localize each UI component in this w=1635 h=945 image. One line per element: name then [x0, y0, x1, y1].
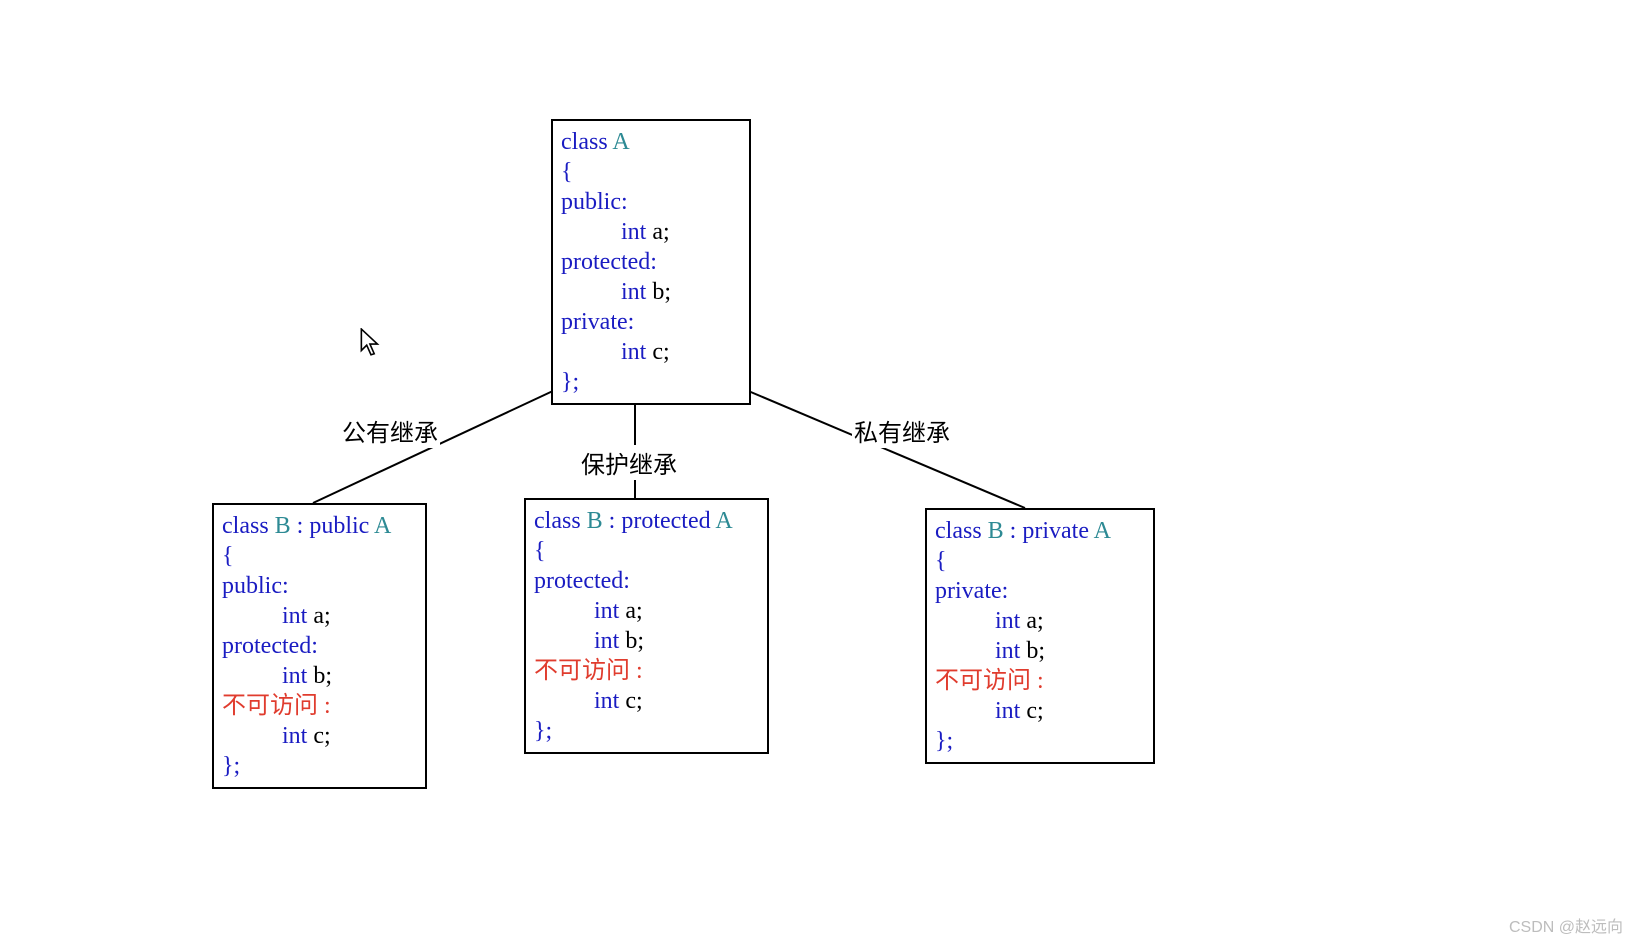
watermark: CSDN @赵远向: [1509, 913, 1623, 937]
class-b-private-box: class B : private A { private: int a; in…: [925, 508, 1155, 764]
class-a-public: public: int a;: [561, 187, 741, 247]
class-b-protected-box: class B : protected A { protected: int a…: [524, 498, 769, 754]
no-access-label: 不可访问 :: [534, 658, 643, 684]
class-a-protected: protected: int b;: [561, 247, 741, 307]
class-b-public-box: class B : public A { public: int a; prot…: [212, 503, 427, 789]
close-brace: };: [561, 367, 741, 397]
access-public: public:: [561, 189, 628, 215]
class-name-a: A: [612, 129, 629, 155]
access-protected: protected:: [561, 249, 657, 275]
class-b-private-decl: class B : private A: [935, 516, 1145, 546]
keyword-class: class: [561, 129, 608, 155]
open-brace: {: [561, 157, 741, 187]
class-a-decl: class A: [561, 127, 741, 157]
access-private: private:: [561, 309, 634, 335]
class-b-protected-decl: class B : protected A: [534, 506, 759, 536]
edge-label-public: 公有继承: [340, 413, 440, 448]
cursor-icon: [360, 328, 382, 358]
edge-label-protected: 保护继承: [579, 445, 679, 480]
no-access-label: 不可访问 :: [222, 693, 331, 719]
edge-label-private: 私有继承: [852, 413, 952, 448]
class-a-private: private: int c;: [561, 307, 741, 367]
diagram-edges: [0, 0, 1635, 945]
class-b-public-decl: class B : public A: [222, 511, 417, 541]
class-a-box: class A { public: int a; protected: int …: [551, 119, 751, 405]
no-access-label: 不可访问 :: [935, 668, 1044, 694]
